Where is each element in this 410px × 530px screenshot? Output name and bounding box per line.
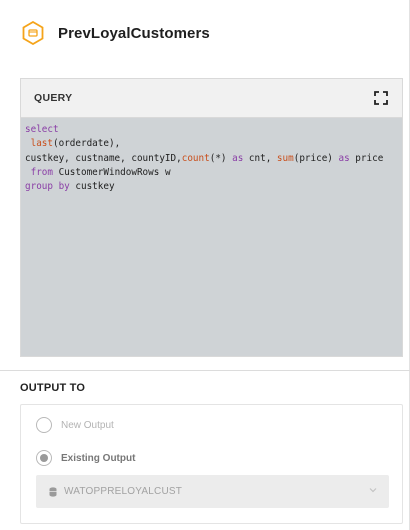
query-token: custkey, custname, countyID, [25, 152, 182, 164]
query-token: as [232, 152, 244, 164]
page-header: PrevLoyalCustomers [0, 0, 410, 66]
database-icon [49, 486, 57, 497]
existing-output-label: Existing Output [61, 452, 136, 464]
query-line: group by custkey [25, 180, 402, 194]
output-to-label: OUTPUT TO [20, 382, 86, 394]
query-label: QUERY [34, 92, 73, 104]
query-token: select [25, 124, 59, 135]
query-token: price [349, 152, 384, 164]
query-line: select [25, 123, 402, 137]
query-token: last [30, 138, 53, 150]
fullscreen-icon[interactable] [374, 91, 388, 105]
query-panel-header: QUERY [21, 79, 402, 118]
query-editor[interactable]: select last(orderdate), custkey, custname… [21, 118, 402, 194]
output-options-box: New Output Existing Output WATOPPRELOYAL… [20, 404, 403, 524]
existing-output-radio[interactable] [36, 450, 52, 466]
query-token: group by [25, 181, 70, 193]
existing-output-option[interactable]: Existing Output [36, 450, 135, 466]
radio-selected-dot [40, 454, 48, 462]
new-output-radio[interactable] [36, 417, 52, 433]
query-line: from CustomerWindowRows w [25, 166, 402, 180]
query-token: sum [276, 152, 294, 164]
query-line: last(orderdate), [25, 137, 402, 151]
query-token: (*) [209, 152, 233, 164]
query-token: count [181, 152, 210, 164]
existing-output-select[interactable]: WATOPPRELOYALCUST [36, 475, 389, 508]
query-panel: QUERY select last(orderdate), custkey, cu… [20, 78, 403, 357]
query-line: custkey, custname, countyID,count(*) as … [25, 152, 402, 166]
query-token: CustomerWindowRows w [53, 166, 171, 178]
query-token: (price) [293, 152, 339, 164]
new-output-option[interactable]: New Output [36, 417, 114, 433]
query-token: cnt, [243, 152, 277, 164]
query-token: from [30, 166, 53, 178]
hexagon-window-icon [22, 21, 44, 45]
existing-output-value: WATOPPRELOYALCUST [64, 486, 183, 497]
new-output-label: New Output [61, 419, 114, 431]
query-token: as [338, 152, 350, 164]
query-token: custkey [69, 181, 115, 193]
query-token: (orderdate), [53, 138, 121, 150]
page-title: PrevLoyalCustomers [58, 24, 210, 42]
chevron-down-icon [369, 488, 377, 493]
section-divider [0, 370, 410, 371]
